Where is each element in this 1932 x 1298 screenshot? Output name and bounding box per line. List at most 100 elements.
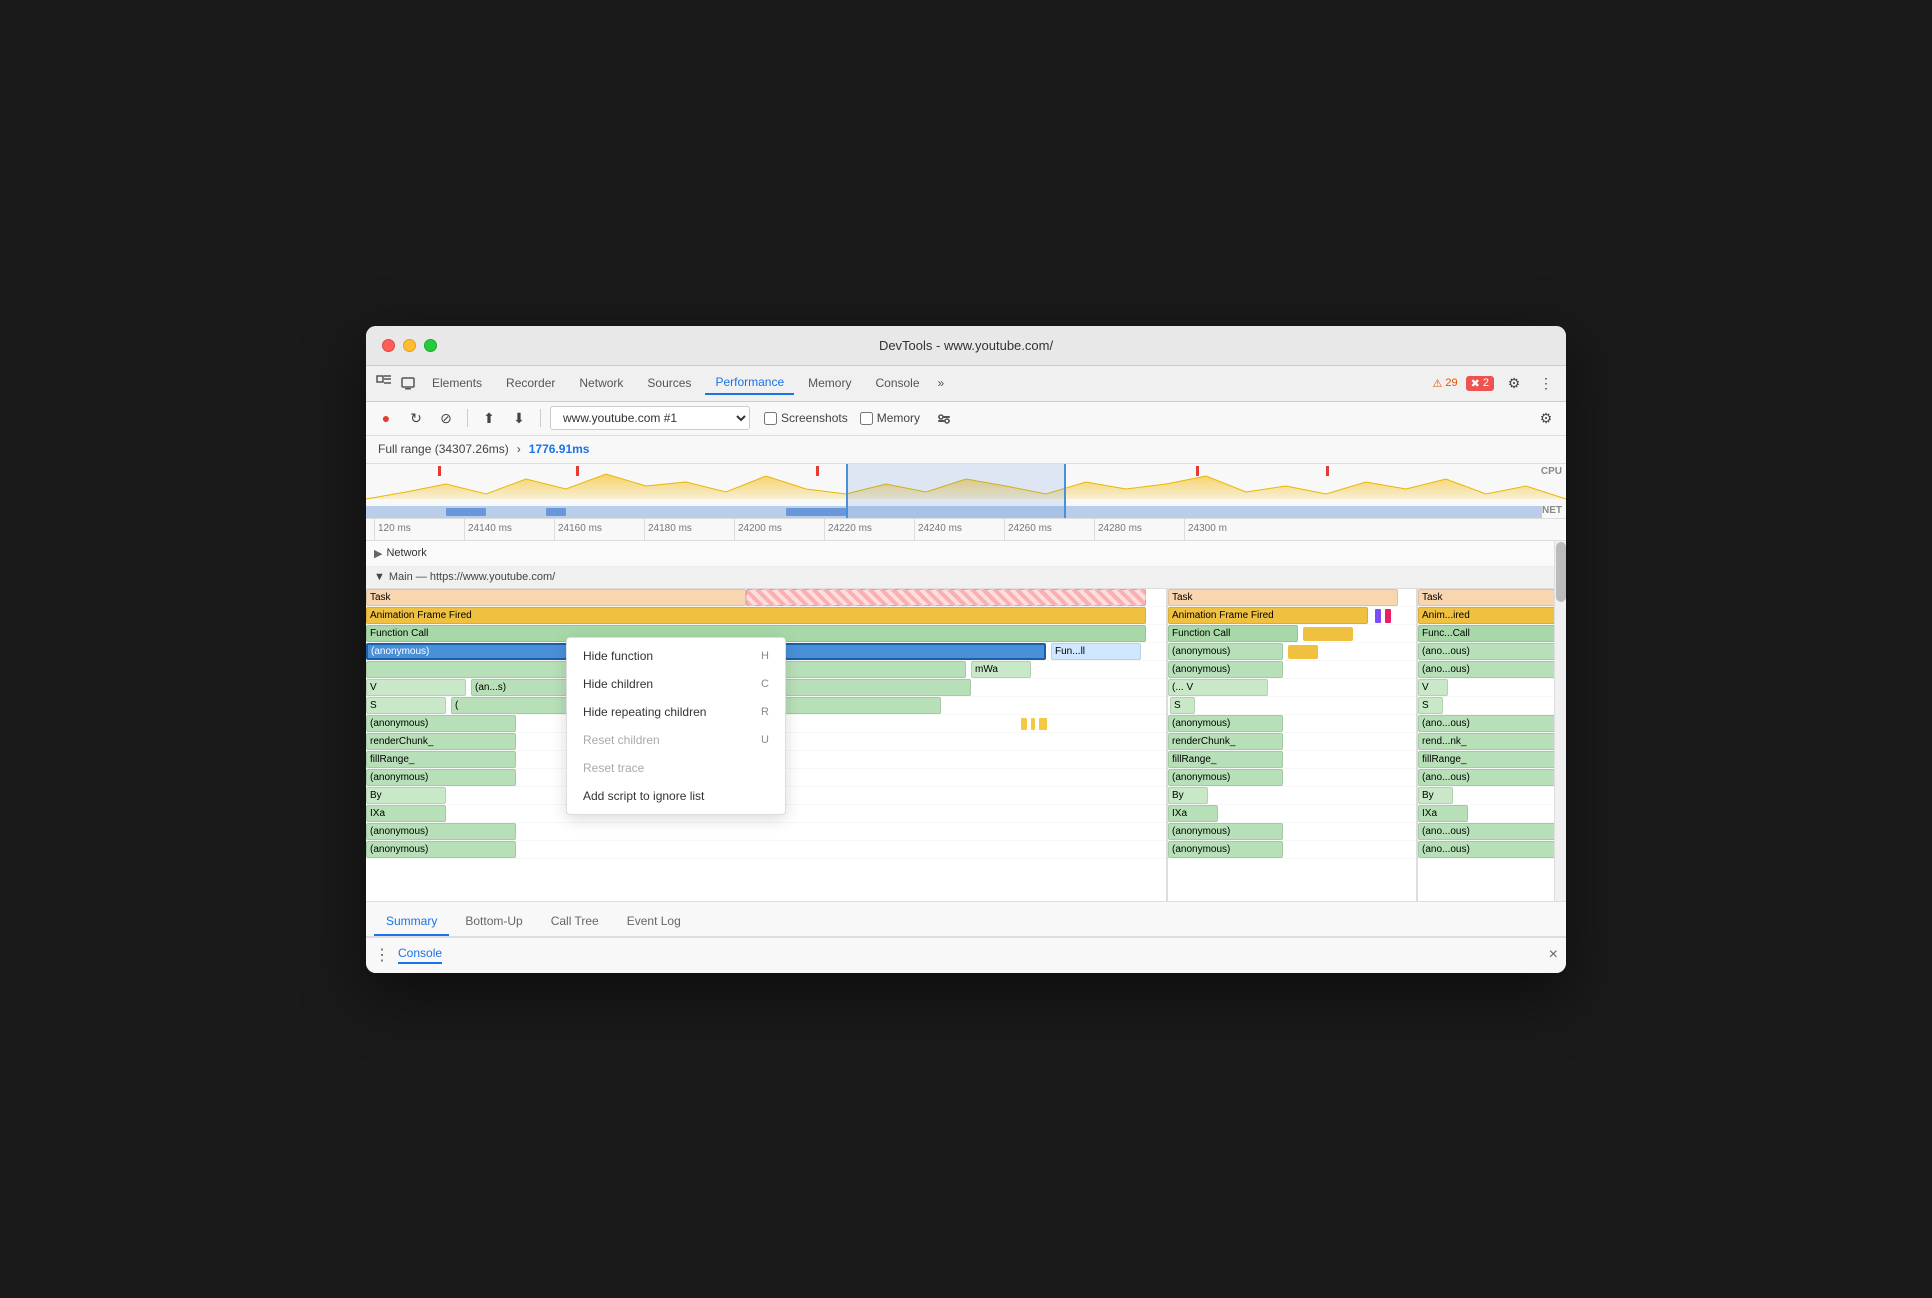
scrollbar-thumb[interactable]: [1556, 542, 1566, 602]
device-toolbar-icon[interactable]: [398, 373, 418, 393]
anon5-block-l[interactable]: (anonymous): [366, 823, 516, 840]
maximize-button[interactable]: [424, 339, 437, 352]
more-tabs-button[interactable]: »: [934, 372, 949, 394]
mid-s-block[interactable]: S: [1170, 697, 1195, 714]
minimize-button[interactable]: [403, 339, 416, 352]
mid-anon1-block[interactable]: (anonymous): [1168, 643, 1283, 660]
settings-icon[interactable]: ⚙: [1502, 371, 1526, 395]
mid-ixa-block[interactable]: IXa: [1168, 805, 1218, 822]
tab-call-tree[interactable]: Call Tree: [539, 908, 611, 936]
tab-console[interactable]: Console: [865, 372, 929, 394]
toolbar-sep-1: [467, 409, 468, 427]
memory-checkbox[interactable]: [860, 412, 873, 425]
expand-network-icon[interactable]: ▶: [374, 547, 382, 560]
fr-by-block[interactable]: By: [1418, 787, 1453, 804]
perf-settings-icon[interactable]: ⚙: [1534, 406, 1558, 430]
renderchunk-block-l[interactable]: renderChunk_: [366, 733, 516, 750]
fr-anon2-block[interactable]: (ano...ous): [1418, 661, 1554, 678]
tab-sources[interactable]: Sources: [637, 372, 701, 394]
close-button[interactable]: [382, 339, 395, 352]
task-stripe-l[interactable]: [746, 589, 1146, 606]
warning-icon: ⚠: [1433, 377, 1443, 390]
net-label: NET: [1542, 505, 1562, 516]
reload-record-button[interactable]: ↻: [404, 406, 428, 430]
run-mask-block[interactable]: Fun...ll: [1051, 643, 1141, 660]
fr-task-block[interactable]: Task: [1418, 589, 1554, 606]
capture-settings-icon[interactable]: [932, 406, 956, 430]
memory-checkbox-label[interactable]: Memory: [860, 411, 920, 425]
tab-performance[interactable]: Performance: [705, 371, 794, 395]
screenshots-checkbox[interactable]: [764, 412, 777, 425]
mid-anon6-block[interactable]: (anonymous): [1168, 841, 1283, 858]
mid-v-block[interactable]: (... V: [1168, 679, 1268, 696]
fr-v-block[interactable]: V: [1418, 679, 1448, 696]
fr-anim-row: Anim...ired: [1418, 607, 1554, 625]
mid-rend-block[interactable]: renderChunk_: [1168, 733, 1283, 750]
network-section-row[interactable]: ▶ Network: [366, 541, 1554, 567]
fr-anim-block[interactable]: Anim...ired: [1418, 607, 1554, 624]
download-button[interactable]: ⬇: [507, 406, 531, 430]
tab-bottom-up[interactable]: Bottom-Up: [453, 908, 534, 936]
ixa-block-l[interactable]: IXa: [366, 805, 446, 822]
anon3-block-l[interactable]: (anonymous): [366, 715, 516, 732]
flame-scrollbar[interactable]: [1554, 541, 1566, 901]
mid-task-block[interactable]: Task: [1168, 589, 1398, 606]
selection-overlay[interactable]: [846, 464, 1066, 518]
clear-button[interactable]: ⊘: [434, 406, 458, 430]
console-close-button[interactable]: ×: [1549, 946, 1558, 964]
mid-anim-block[interactable]: Animation Frame Fired: [1168, 607, 1368, 624]
tab-network[interactable]: Network: [569, 372, 633, 394]
screenshots-checkbox-label[interactable]: Screenshots: [764, 411, 848, 425]
flame-mid-section: Task Animation Frame Fired Function Call…: [1166, 589, 1406, 901]
inspect-icon[interactable]: [374, 373, 394, 393]
ctx-hide-function[interactable]: Hide function H: [567, 642, 785, 670]
fr-anon5-block[interactable]: (ano...ous): [1418, 823, 1554, 840]
fr-rend-block[interactable]: rend...nk_: [1418, 733, 1554, 750]
fillrange-block-l[interactable]: fillRange_: [366, 751, 516, 768]
ctx-add-ignore-list[interactable]: Add script to ignore list: [567, 782, 785, 810]
mid-anon3-row: (anonymous): [1168, 715, 1406, 733]
fr-by-row: By: [1418, 787, 1554, 805]
tab-event-log[interactable]: Event Log: [615, 908, 693, 936]
task-block-l[interactable]: Task: [366, 589, 746, 606]
fr-fill-block[interactable]: fillRange_: [1418, 751, 1554, 768]
console-dots[interactable]: ⋮: [374, 945, 390, 965]
fr-ixa-block[interactable]: IXa: [1418, 805, 1468, 822]
fr-func-block[interactable]: Func...Call: [1418, 625, 1554, 642]
mid-yellow2-block[interactable]: [1288, 645, 1318, 659]
tab-elements[interactable]: Elements: [422, 372, 492, 394]
time-tick-1: 24140 ms: [464, 519, 554, 541]
anim-block-l[interactable]: Animation Frame Fired: [366, 607, 1146, 624]
mid-func-block[interactable]: Function Call: [1168, 625, 1298, 642]
fr-anon3-block[interactable]: (ano...ous): [1418, 715, 1554, 732]
mwa-block[interactable]: mWa: [971, 661, 1031, 678]
upload-button[interactable]: ⬆: [477, 406, 501, 430]
main-thread-header: ▼ Main — https://www.youtube.com/: [366, 567, 1554, 589]
more-options-icon[interactable]: ⋮: [1534, 371, 1558, 395]
anon4-block-l[interactable]: (anonymous): [366, 769, 516, 786]
collapse-icon[interactable]: ▼: [374, 571, 385, 583]
s-block-l[interactable]: S: [366, 697, 446, 714]
fr-s-block[interactable]: S: [1418, 697, 1443, 714]
tab-summary[interactable]: Summary: [374, 908, 449, 936]
fr-anon1-block[interactable]: (ano...ous): [1418, 643, 1554, 660]
url-select[interactable]: www.youtube.com #1: [550, 406, 750, 430]
console-tab[interactable]: Console: [398, 946, 442, 964]
mid-anon3-block[interactable]: (anonymous): [1168, 715, 1283, 732]
mid-by-block[interactable]: By: [1168, 787, 1208, 804]
by-block-l[interactable]: By: [366, 787, 446, 804]
record-button[interactable]: ●: [374, 406, 398, 430]
mid-anon4-block[interactable]: (anonymous): [1168, 769, 1283, 786]
mid-fill-block[interactable]: fillRange_: [1168, 751, 1283, 768]
anon6-block-l[interactable]: (anonymous): [366, 841, 516, 858]
v-block-l[interactable]: V: [366, 679, 466, 696]
ctx-hide-repeating-children[interactable]: Hide repeating children R: [567, 698, 785, 726]
ctx-hide-children[interactable]: Hide children C: [567, 670, 785, 698]
fr-anon6-block[interactable]: (ano...ous): [1418, 841, 1554, 858]
tab-memory[interactable]: Memory: [798, 372, 861, 394]
mid-anon5-block[interactable]: (anonymous): [1168, 823, 1283, 840]
fr-anon4-block[interactable]: (ano...ous): [1418, 769, 1554, 786]
tab-recorder[interactable]: Recorder: [496, 372, 565, 394]
mid-yellow-block[interactable]: [1303, 627, 1353, 641]
mid-anon2-block[interactable]: (anonymous): [1168, 661, 1283, 678]
